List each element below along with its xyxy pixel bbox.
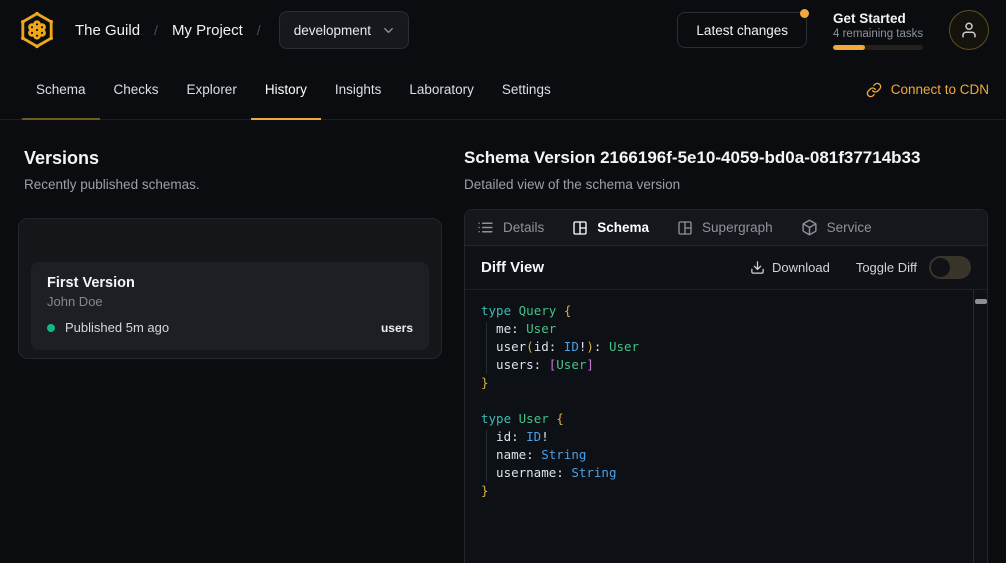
code-line: } — [481, 482, 957, 500]
download-button[interactable]: Download — [750, 260, 830, 275]
toggle-knob — [931, 258, 950, 277]
code-line: } — [481, 374, 957, 392]
diff-view-title: Diff View — [481, 259, 544, 276]
layout-columns-icon — [572, 220, 588, 236]
schema-code-viewer: type Query { me: User user(id: ID!): Use… — [465, 290, 987, 563]
notification-dot — [800, 9, 809, 18]
published-status-dot — [47, 324, 55, 332]
code-line: type Query { — [481, 302, 957, 320]
code-line: username: String — [481, 464, 957, 482]
get-started-title: Get Started — [833, 11, 923, 26]
code-line: user(id: ID!): User — [481, 338, 957, 356]
code-scrollbar[interactable] — [973, 290, 987, 563]
tab-details-label: Details — [503, 220, 544, 235]
main-content: Versions Recently published schemas. Fir… — [0, 120, 1006, 563]
code-line: me: User — [481, 320, 957, 338]
hive-logo-icon[interactable] — [17, 10, 57, 50]
versions-subtitle: Recently published schemas. — [24, 177, 442, 192]
code-block: type Query { me: User user(id: ID!): Use… — [465, 290, 987, 512]
header-right: Latest changes Get Started 4 remaining t… — [677, 10, 989, 50]
tab-service-label: Service — [827, 220, 872, 235]
breadcrumb-separator: / — [146, 22, 166, 38]
indent-guide — [486, 322, 487, 374]
person-icon — [960, 21, 978, 39]
tab-supergraph[interactable]: Supergraph — [677, 220, 773, 236]
diff-actions: Download Toggle Diff — [750, 256, 971, 279]
latest-changes-button[interactable]: Latest changes — [677, 12, 807, 48]
tab-explorer[interactable]: Explorer — [173, 60, 251, 120]
tab-checks[interactable]: Checks — [100, 60, 173, 120]
layout-columns-icon — [677, 220, 693, 236]
version-title: First Version — [47, 275, 413, 291]
tab-history[interactable]: History — [251, 60, 321, 120]
tab-schema[interactable]: Schema — [22, 60, 100, 120]
tab-details[interactable]: Details — [477, 219, 544, 236]
detail-subtitle: Detailed view of the schema version — [464, 177, 988, 192]
code-scrollbar-thumb[interactable] — [975, 299, 987, 304]
list-icon — [477, 219, 494, 236]
schema-version-detail: Schema Version 2166196f-5e10-4059-bd0a-0… — [460, 120, 1006, 563]
breadcrumb-project[interactable]: My Project — [166, 22, 249, 39]
get-started-widget[interactable]: Get Started 4 remaining tasks — [833, 11, 923, 50]
breadcrumb-org[interactable]: The Guild — [69, 22, 146, 39]
version-meta-row: Published 5m ago users — [47, 320, 413, 335]
tab-insights[interactable]: Insights — [321, 60, 396, 120]
toggle-diff-switch[interactable] — [929, 256, 971, 279]
breadcrumb-separator: / — [249, 22, 269, 38]
versions-panel: Versions Recently published schemas. Fir… — [0, 120, 460, 563]
environment-selector[interactable]: development — [279, 11, 409, 49]
chevron-down-icon — [381, 23, 396, 38]
download-label: Download — [772, 260, 830, 275]
diff-view-toolbar: Diff View Download Toggle Diff — [465, 246, 987, 290]
toggle-diff-control: Toggle Diff — [856, 256, 971, 279]
version-status: Published 5m ago — [65, 320, 169, 335]
toggle-diff-label: Toggle Diff — [856, 260, 917, 275]
link-icon — [866, 82, 882, 98]
progress-fill — [833, 45, 865, 50]
latest-changes-label: Latest changes — [696, 23, 788, 38]
version-author: John Doe — [47, 294, 413, 309]
header-left: The Guild / My Project / development — [17, 10, 409, 50]
tab-settings[interactable]: Settings — [488, 60, 565, 120]
tab-service[interactable]: Service — [801, 219, 872, 236]
get-started-progressbar — [833, 45, 923, 50]
get-started-subtitle: 4 remaining tasks — [833, 28, 923, 40]
cube-icon — [801, 219, 818, 236]
connect-to-cdn-button[interactable]: Connect to CDN — [866, 60, 989, 119]
service-name-badge: users — [381, 321, 413, 335]
detail-panel-card: Details Schema Supergraph — [464, 209, 988, 563]
tab-schema-view[interactable]: Schema — [572, 220, 649, 236]
versions-list: First Version John Doe Published 5m ago … — [18, 218, 442, 359]
versions-title: Versions — [24, 148, 442, 169]
code-line — [481, 392, 957, 410]
main-nav: Schema Checks Explorer History Insights … — [0, 60, 1006, 120]
connect-to-cdn-label: Connect to CDN — [891, 82, 989, 97]
environment-selector-value: development — [294, 23, 371, 38]
tab-laboratory[interactable]: Laboratory — [395, 60, 488, 120]
code-line: users: [User] — [481, 356, 957, 374]
indent-guide — [486, 430, 487, 482]
user-avatar[interactable] — [949, 10, 989, 50]
code-line: type User { — [481, 410, 957, 428]
app-header: The Guild / My Project / development Lat… — [0, 0, 1006, 60]
tab-schema-view-label: Schema — [597, 220, 649, 235]
detail-tabs: Details Schema Supergraph — [465, 210, 987, 246]
code-line: name: String — [481, 446, 957, 464]
download-icon — [750, 260, 765, 275]
tab-supergraph-label: Supergraph — [702, 220, 773, 235]
version-list-item[interactable]: First Version John Doe Published 5m ago … — [31, 262, 429, 350]
code-line: id: ID! — [481, 428, 957, 446]
detail-title: Schema Version 2166196f-5e10-4059-bd0a-0… — [464, 148, 988, 168]
